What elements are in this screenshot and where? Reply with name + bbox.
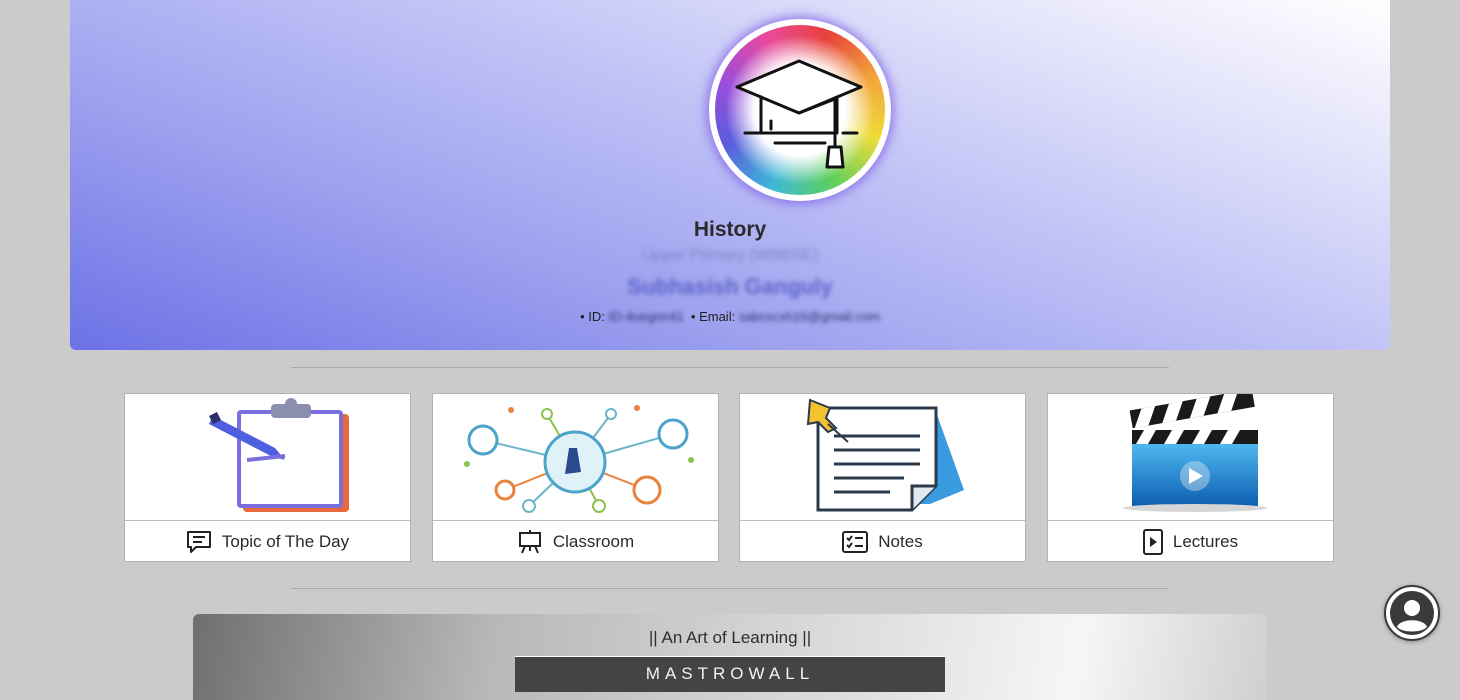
email-value: sabcxcxh16@gmail.com <box>738 309 880 324</box>
card-notes[interactable]: Notes <box>739 393 1026 562</box>
contact-line: • ID: ID-4uegnn41 • Email: sabcxcxh16@gm… <box>70 309 1390 324</box>
card-classroom[interactable]: Classroom <box>432 393 719 562</box>
divider-top <box>291 367 1169 368</box>
card-label: Notes <box>878 531 923 551</box>
tagline: || An Art of Learning || <box>648 628 812 647</box>
easel-icon <box>518 529 541 553</box>
clapperboard-illustration <box>1123 394 1267 512</box>
chat-bubble-icon <box>186 530 211 553</box>
course-avatar <box>709 19 891 201</box>
clipboard-pen-illustration <box>209 398 349 512</box>
pinned-notes-illustration <box>806 398 964 512</box>
graduation-cap-icon <box>735 59 863 169</box>
course-title: History <box>693 218 767 241</box>
id-label: • ID: <box>580 309 605 324</box>
card-label: Lectures <box>1172 531 1239 551</box>
card-label: Classroom <box>552 531 635 551</box>
profile-header: History Upper Primary (WBBSE) Subhasish … <box>70 0 1390 350</box>
footer-banner: || An Art of Learning || MASTROWALL <box>193 614 1267 700</box>
card-lectures[interactable]: Lectures <box>1047 393 1334 562</box>
card-topic-of-the-day[interactable]: Topic of The Day <box>124 393 411 562</box>
card-label: Topic of The Day <box>221 531 350 551</box>
brand-name: MASTROWALL <box>515 656 945 692</box>
divider-bottom <box>291 588 1169 589</box>
email-label: • Email: <box>690 309 736 324</box>
id-value: ID-4uegnn41 <box>608 309 684 324</box>
network-touch-illustration <box>464 405 694 513</box>
play-file-icon <box>1142 528 1163 555</box>
user-account-icon <box>1390 591 1434 635</box>
course-subtitle: Upper Primary (WBBSE) <box>641 247 819 264</box>
checklist-icon <box>842 530 869 553</box>
teacher-name: Subhasish Ganguly <box>627 274 833 299</box>
user-account-button[interactable] <box>1384 585 1440 641</box>
